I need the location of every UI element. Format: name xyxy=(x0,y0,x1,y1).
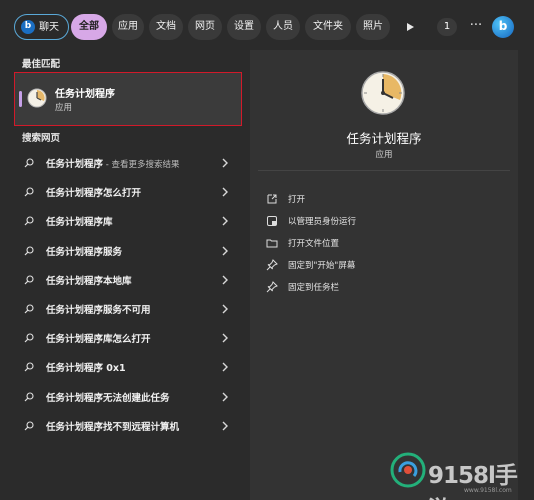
search-icon xyxy=(24,216,34,226)
search-icon xyxy=(24,333,34,343)
more-options-button[interactable]: ··· xyxy=(466,14,486,40)
best-match-title: 任务计划程序 xyxy=(55,89,115,100)
web-result-row[interactable]: 任务计划程序服务不可用 xyxy=(14,295,242,324)
web-result-row[interactable]: 任务计划程序无法创建此任务 xyxy=(14,383,242,412)
web-result-text: 任务计划程序本地库 xyxy=(46,273,132,287)
task-scheduler-icon xyxy=(27,88,47,108)
pin-icon xyxy=(266,281,278,293)
web-search-heading: 搜索网页 xyxy=(22,133,61,144)
chevron-right-icon xyxy=(222,304,228,314)
watermark-logo-icon xyxy=(390,452,426,488)
details-divider xyxy=(258,170,510,171)
open-icon xyxy=(267,194,277,204)
search-icon xyxy=(24,362,34,372)
search-icon xyxy=(24,158,34,168)
web-result-text: 任务计划程序无法创建此任务 xyxy=(46,390,170,404)
web-result-suffix: - 查看更多搜索结果 xyxy=(103,160,180,170)
folder-icon xyxy=(266,239,278,248)
search-icon xyxy=(24,275,34,285)
filter-photos[interactable]: 照片 xyxy=(356,14,390,40)
details-app-type: 应用 xyxy=(375,150,393,160)
filter-settings[interactable]: 设置 xyxy=(227,14,261,40)
web-result-query: 任务计划程序 xyxy=(46,159,104,170)
chat-chip-label: 聊天 xyxy=(39,22,59,33)
chevron-right-icon xyxy=(222,187,228,197)
results-panel: 最佳匹配 任务计划程序 应用 搜索网页 任务计划程序 - 查看更多搜索结果 任务计… xyxy=(12,50,246,500)
bing-chat-icon xyxy=(21,13,35,39)
chevron-right-icon xyxy=(222,246,228,256)
web-result-query: 任务计划程序服务不可用 xyxy=(46,305,151,316)
action-open-label: 打开 xyxy=(288,195,306,205)
filter-all[interactable]: 全部 xyxy=(71,14,107,40)
web-result-query: 任务计划程序找不到远程计算机 xyxy=(46,421,180,433)
best-match-heading: 最佳匹配 xyxy=(22,59,61,70)
web-result-text: 任务计划程序找不到远程计算机 xyxy=(46,419,179,433)
filter-documents[interactable]: 文档 xyxy=(149,14,183,40)
web-result-row[interactable]: 任务计划程序服务 xyxy=(14,237,242,266)
filter-people[interactable]: 人员 xyxy=(266,14,300,40)
filter-folders[interactable]: 文件夹 xyxy=(305,14,351,40)
search-icon xyxy=(24,304,34,314)
chevron-right-icon xyxy=(222,275,228,285)
web-result-row[interactable]: 任务计划程序库 xyxy=(14,207,242,236)
action-pin-to-taskbar[interactable]: 固定到任务栏 xyxy=(266,280,506,296)
web-result-row[interactable]: 任务计划程序 0x1 xyxy=(14,353,242,382)
watermark: 9158l手游 www.9158l.com xyxy=(388,446,534,500)
watermark-url: www.9158l.com xyxy=(464,487,512,494)
web-result-query: 任务计划程序怎么打开 xyxy=(46,188,142,200)
web-result-query: 任务计划程序本地库 xyxy=(46,275,132,287)
web-result-query: 任务计划程序库 xyxy=(46,217,113,229)
action-open-file-location[interactable]: 打开文件位置 xyxy=(266,236,506,252)
chevron-right-icon xyxy=(222,392,228,402)
action-run-as-admin-label: 以管理员身份运行 xyxy=(288,217,357,227)
chevron-right-icon xyxy=(222,158,228,168)
search-icon xyxy=(24,187,34,197)
web-result-row[interactable]: 任务计划程序库怎么打开 xyxy=(14,324,242,353)
web-result-row[interactable]: 任务计划程序找不到远程计算机 xyxy=(14,412,242,441)
web-result-row[interactable]: 任务计划程序本地库 xyxy=(14,266,242,295)
web-result-query: 任务计划程序 0x1 xyxy=(46,363,126,375)
search-icon xyxy=(24,392,34,402)
action-open[interactable]: 打开 xyxy=(266,192,506,208)
chat-chip[interactable]: 聊天 xyxy=(14,13,69,40)
action-run-as-admin[interactable]: 以管理员身份运行 xyxy=(266,214,506,230)
search-icon xyxy=(24,246,34,256)
search-icon xyxy=(24,421,34,431)
chevron-right-icon xyxy=(222,216,228,226)
web-result-text: 任务计划程序 0x1 xyxy=(46,360,126,374)
web-result-query: 任务计划程序无法创建此任务 xyxy=(46,392,170,404)
web-result-text: 任务计划程序 - 查看更多搜索结果 xyxy=(46,156,180,170)
bing-icon[interactable] xyxy=(492,16,514,38)
web-result-row[interactable]: 任务计划程序 - 查看更多搜索结果 xyxy=(14,149,242,178)
web-result-text: 任务计划程序服务不可用 xyxy=(46,302,151,316)
filter-apps[interactable]: 应用 xyxy=(112,14,144,40)
pin-icon xyxy=(266,259,278,271)
details-panel: 任务计划程序 应用 打开 以管理员身份运行 打开文件位置 固定到"开始"屏幕 固… xyxy=(250,50,518,500)
web-result-text: 任务计划程序库怎么打开 xyxy=(46,331,151,345)
shield-admin-icon xyxy=(267,216,277,226)
web-result-query: 任务计划程序库怎么打开 xyxy=(46,334,151,346)
filter-web[interactable]: 网页 xyxy=(188,14,222,40)
web-result-row[interactable]: 任务计划程序怎么打开 xyxy=(14,178,242,207)
web-result-text: 任务计划程序库 xyxy=(46,214,113,228)
rewards-count-badge[interactable]: 1 xyxy=(437,18,457,36)
filter-bar: 聊天 全部 应用 文档 网页 设置 人员 文件夹 照片 1 ··· xyxy=(0,0,534,54)
more-filters-button[interactable] xyxy=(400,14,422,40)
action-pin-to-start[interactable]: 固定到"开始"屏幕 xyxy=(266,258,506,274)
details-app-name: 任务计划程序 xyxy=(346,131,422,146)
chevron-right-icon xyxy=(222,421,228,431)
play-icon xyxy=(407,23,414,31)
action-pin-to-taskbar-label: 固定到任务栏 xyxy=(288,283,340,293)
best-match-item[interactable]: 任务计划程序 应用 xyxy=(14,72,242,126)
chevron-right-icon xyxy=(222,333,228,343)
web-result-text: 任务计划程序怎么打开 xyxy=(46,185,141,199)
action-pin-to-start-label: 固定到"开始"屏幕 xyxy=(288,261,356,271)
selection-indicator xyxy=(19,91,22,107)
web-result-query: 任务计划程序服务 xyxy=(46,246,123,258)
best-match-type: 应用 xyxy=(55,103,73,113)
web-result-text: 任务计划程序服务 xyxy=(46,244,122,258)
action-open-file-location-label: 打开文件位置 xyxy=(288,239,340,249)
chevron-right-icon xyxy=(222,362,228,372)
task-scheduler-large-icon xyxy=(361,71,405,115)
